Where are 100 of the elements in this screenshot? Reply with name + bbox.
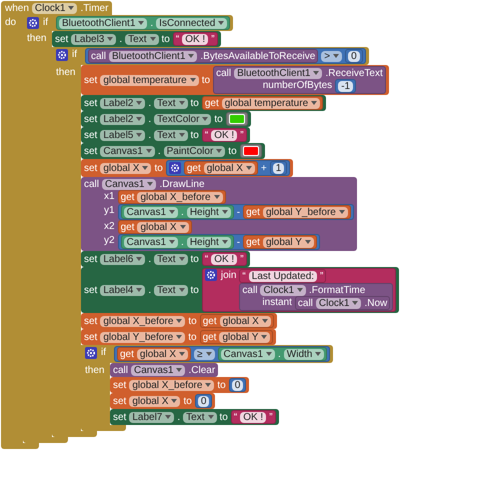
block-label: .BytesAvailableToReceive	[200, 50, 316, 62]
dropdown-field[interactable]: Label5	[100, 130, 146, 140]
dropdown-field[interactable]: global X_before	[129, 380, 214, 390]
caret-icon	[208, 415, 214, 419]
number-field[interactable]: 1	[272, 162, 284, 174]
block-label: ”	[211, 34, 215, 44]
dropdown-field[interactable]: Canvas1	[124, 236, 178, 248]
number-field[interactable]: 0	[232, 380, 244, 390]
string-field[interactable]: OK !	[211, 130, 238, 140]
dropdown-field[interactable]: global X	[136, 348, 188, 360]
block-label: .	[150, 18, 154, 28]
block-label: numberOfBytes	[262, 80, 332, 90]
color-swatch[interactable]	[242, 146, 259, 156]
block-label: set	[84, 332, 98, 342]
block-label: .Clear	[188, 364, 216, 376]
caret-icon	[146, 149, 152, 153]
dropdown-field[interactable]: global Y	[219, 332, 270, 342]
gear-icon[interactable]	[168, 162, 181, 174]
dropdown-field[interactable]: global temperature	[222, 98, 320, 108]
block-label: to	[154, 162, 163, 174]
string-field[interactable]: OK !	[240, 412, 266, 422]
dropdown-field[interactable]: global X	[129, 396, 180, 406]
dropdown-field[interactable]: Width	[284, 348, 324, 360]
dropdown-field[interactable]: global X_before	[137, 192, 223, 202]
block-label: to	[190, 130, 199, 140]
dropdown-field[interactable]: Text	[125, 34, 158, 44]
caret-icon	[171, 399, 178, 403]
dropdown-field[interactable]: Label3	[71, 34, 116, 44]
dropdown-field[interactable]: BluetoothClient1	[59, 18, 148, 28]
dropdown-field[interactable]: Text	[154, 284, 188, 296]
block-label: set	[113, 396, 126, 406]
dropdown-field[interactable]: BluetoothClient1	[109, 50, 198, 62]
caret-icon	[178, 288, 184, 292]
color-swatch[interactable]	[228, 114, 245, 124]
dropdown-field[interactable]: Label6	[100, 254, 146, 264]
caret-icon	[333, 54, 340, 58]
dropdown-field[interactable]: global Y	[262, 236, 314, 248]
dropdown-field[interactable]: Canvas1	[100, 146, 155, 156]
block-label: set	[84, 114, 98, 124]
block-label: .	[148, 284, 152, 296]
dropdown-field[interactable]: Clock1	[32, 2, 78, 14]
caret-icon	[338, 210, 345, 214]
dropdown-field[interactable]: global X	[100, 162, 152, 174]
dropdown-field[interactable]: Clock1	[316, 298, 362, 308]
dropdown-field[interactable]: BluetoothClient1	[234, 68, 322, 78]
block-label: call	[91, 50, 106, 62]
dropdown-field[interactable]: IsConnected	[156, 18, 228, 28]
dropdown-field[interactable]: global temperature	[100, 74, 199, 86]
caret-icon	[190, 78, 196, 82]
dropdown-field[interactable]: Height	[186, 236, 231, 248]
dropdown-field[interactable]: Canvas1	[220, 348, 276, 360]
dropdown-field[interactable]: Text	[183, 412, 216, 422]
block-label: set	[84, 98, 98, 108]
caret-icon	[169, 210, 176, 214]
dropdown-field[interactable]: Text	[154, 254, 188, 264]
dropdown-field[interactable]: Canvas1	[102, 178, 156, 190]
string-field[interactable]: OK !	[211, 254, 238, 264]
gear-icon[interactable]	[56, 49, 68, 61]
dropdown-field[interactable]: global X	[137, 222, 189, 232]
number-field[interactable]: 0	[198, 396, 210, 406]
dropdown-field[interactable]: global X	[220, 316, 271, 326]
block-label: call	[113, 364, 128, 376]
dropdown-field[interactable]: TextColor	[154, 114, 212, 124]
block-label: to	[228, 146, 237, 156]
caret-icon	[352, 301, 358, 305]
block-label: .	[119, 34, 122, 44]
dropdown-field[interactable]: Canvas1	[124, 206, 178, 218]
dropdown-field[interactable]: Text	[154, 98, 188, 108]
dropdown-field[interactable]: PaintColor	[164, 146, 226, 156]
caret-icon	[261, 335, 268, 339]
block-label: get	[246, 206, 260, 218]
dropdown-field[interactable]: global Y_before	[100, 332, 186, 342]
dropdown-field[interactable]: global X_before	[100, 316, 186, 326]
dropdown-field[interactable]: >	[321, 50, 342, 62]
dropdown-field[interactable]: Height	[186, 206, 231, 218]
dropdown-field[interactable]: Label2	[100, 114, 146, 124]
block-label: set	[55, 34, 68, 44]
gear-icon[interactable]	[204, 269, 217, 281]
block-label: then	[27, 33, 46, 44]
dropdown-field[interactable]: Label2	[100, 98, 146, 108]
dropdown-field[interactable]: Canvas1	[131, 364, 186, 376]
block-label: .	[148, 114, 152, 124]
gear-icon[interactable]	[85, 347, 97, 359]
dropdown-field[interactable]: global Y_before	[262, 206, 348, 218]
dropdown-field[interactable]: Text	[154, 130, 188, 140]
dropdown-field[interactable]: Label4	[100, 284, 146, 296]
number-field[interactable]: 0	[348, 50, 360, 62]
block-label: set	[84, 146, 98, 156]
string-field[interactable]: OK !	[182, 34, 208, 44]
dropdown-field[interactable]: Label7	[129, 412, 174, 422]
string-field[interactable]: Last Updated:	[248, 270, 318, 282]
number-field[interactable]: -1	[338, 80, 354, 92]
block-label: set	[84, 284, 98, 296]
gear-icon[interactable]	[27, 17, 39, 29]
caret-icon	[206, 352, 212, 356]
dropdown-field[interactable]: Clock1	[260, 284, 306, 296]
dropdown-field[interactable]: ≥	[194, 348, 215, 360]
block-label: “	[242, 270, 246, 282]
block-label: .ReceiveText	[325, 68, 383, 78]
dropdown-field[interactable]: global X	[204, 162, 255, 174]
